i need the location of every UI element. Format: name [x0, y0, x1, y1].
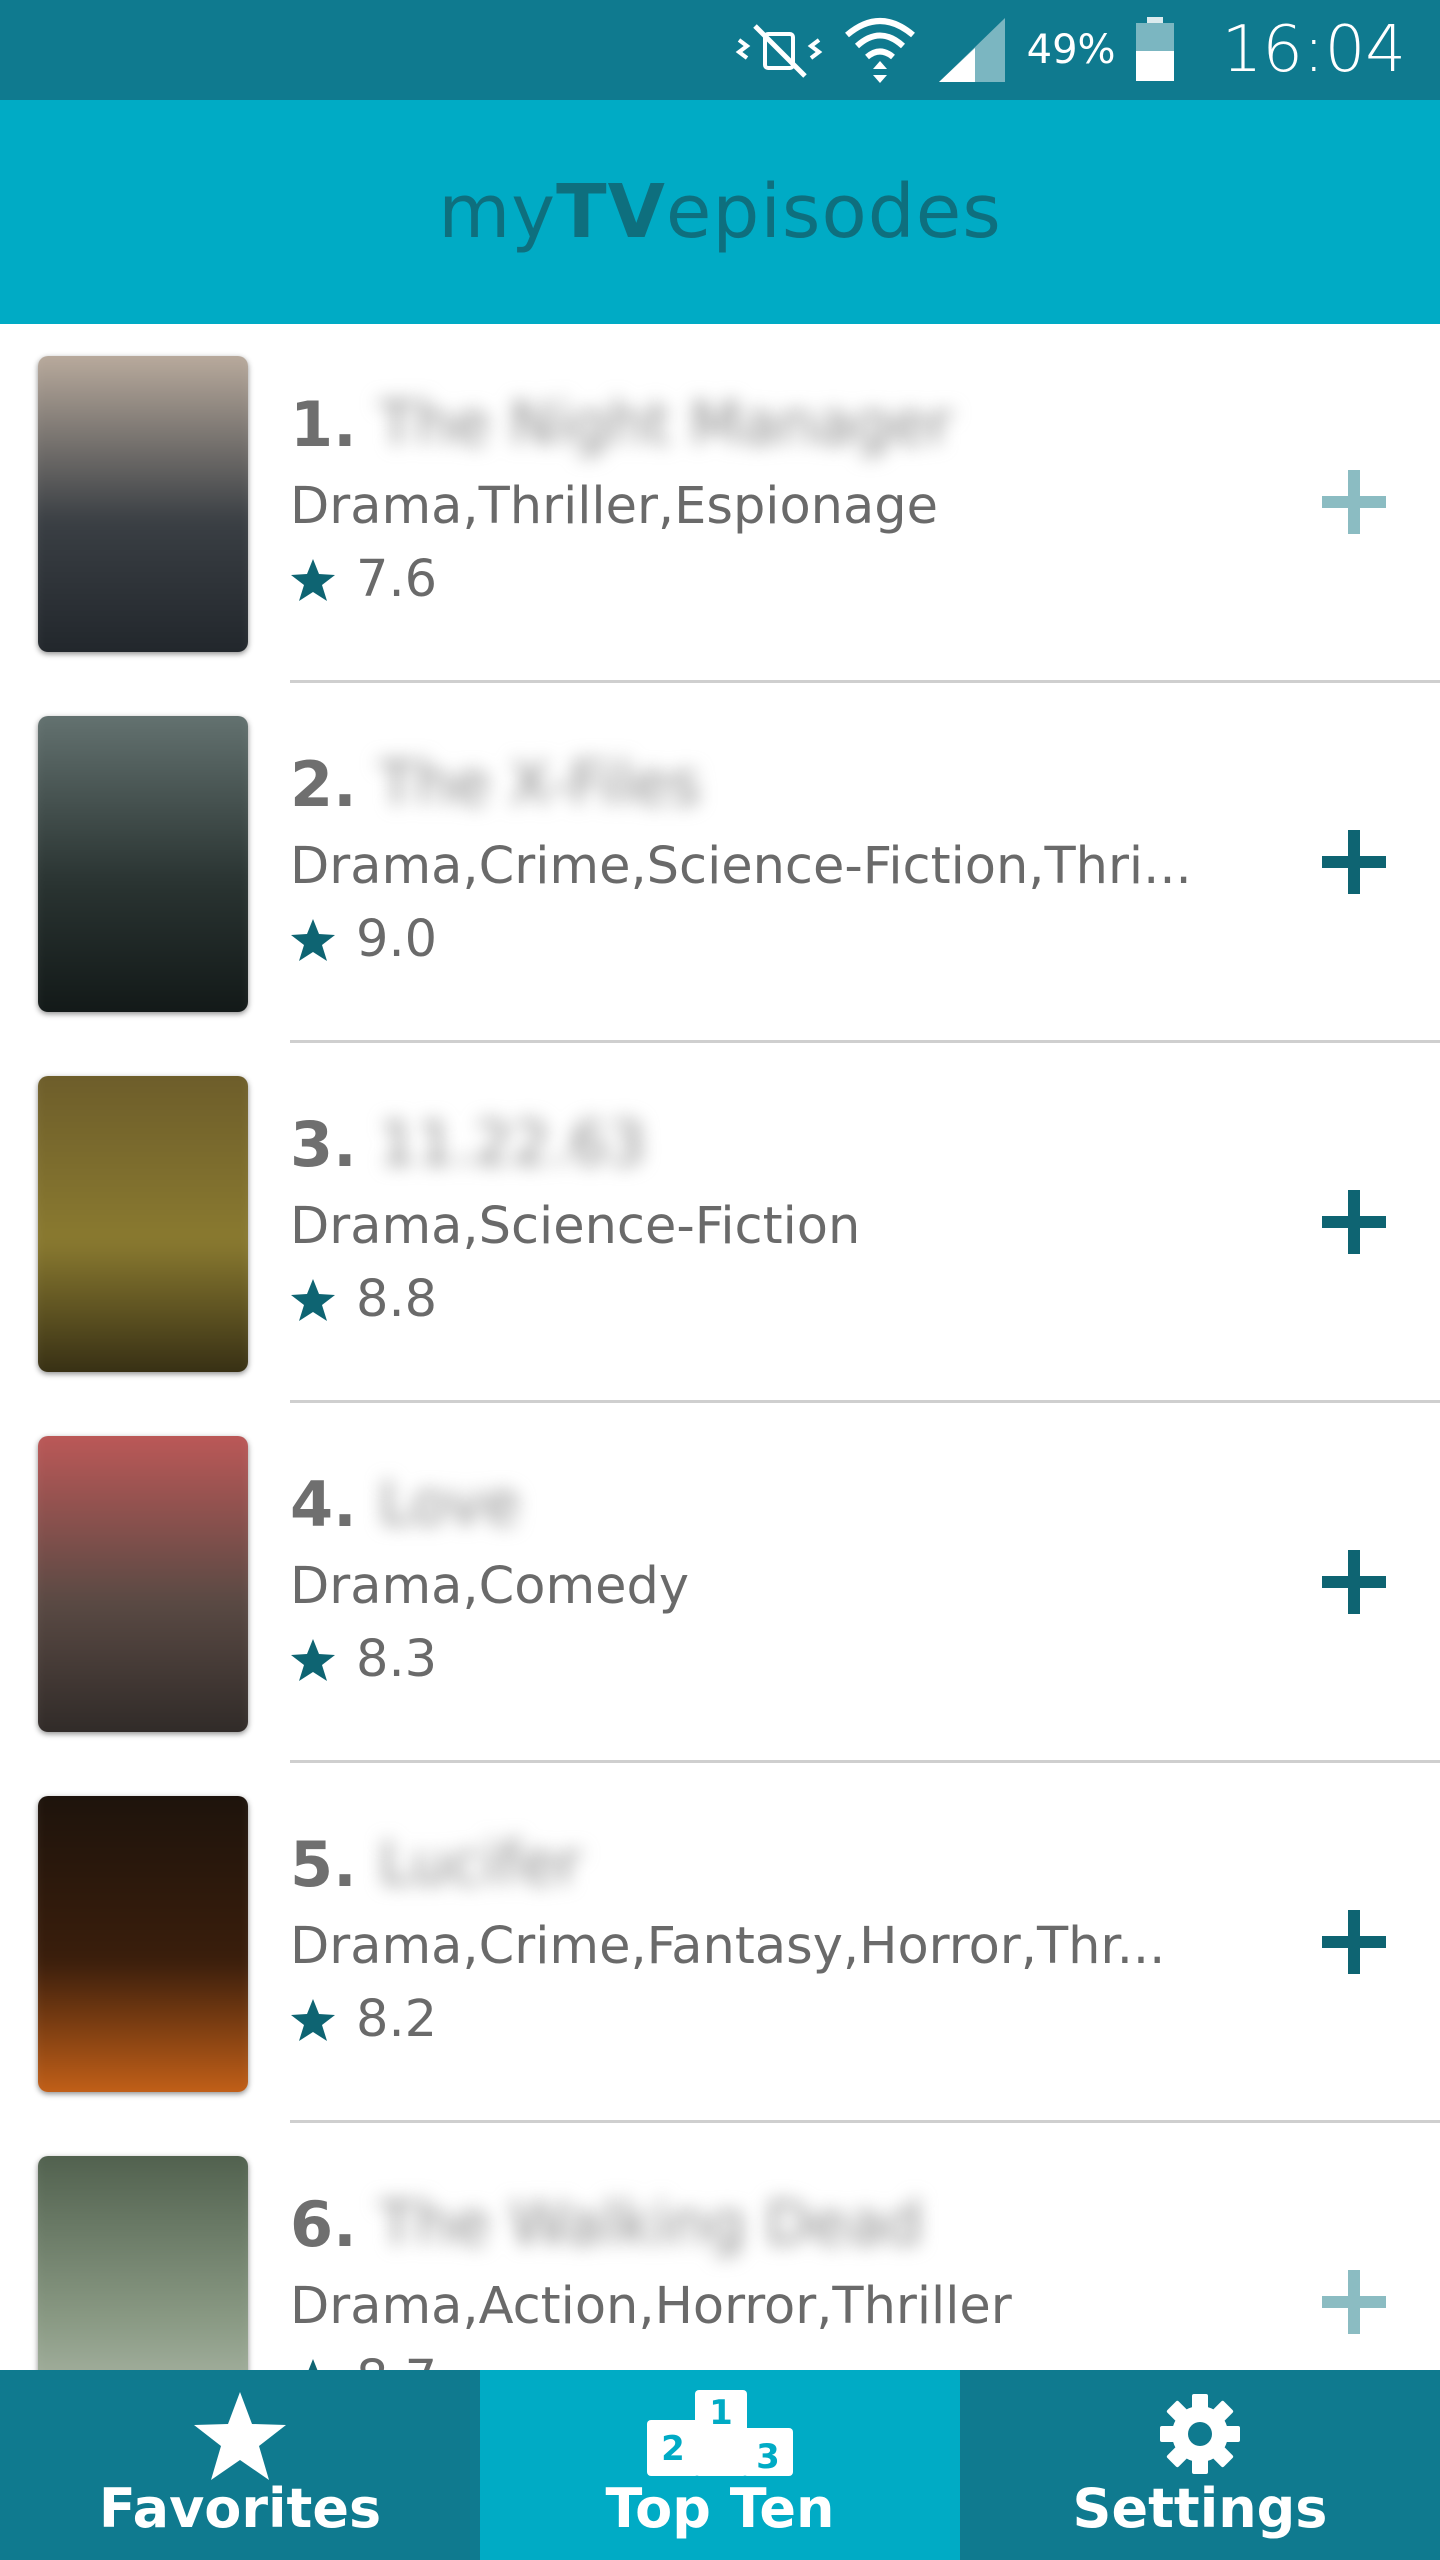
show-title-line: 2. The X-Files — [290, 740, 701, 828]
show-genres: Drama,Crime,Science-Fiction,Thri... — [290, 837, 1192, 896]
show-rating-line: 8.3 — [290, 1630, 437, 1689]
podium-first-number: 1 — [709, 2393, 733, 2433]
show-rank: 4. — [290, 1467, 357, 1541]
app-bar: myTVepisodes — [0, 100, 1440, 324]
brand-prefix: my — [438, 169, 557, 255]
podium-icon: 2 1 3 — [647, 2390, 793, 2477]
top-ten-list[interactable]: 1. The Night Manager Drama,Thriller,Espion… — [0, 324, 1440, 2370]
battery-icon — [1135, 17, 1174, 81]
show-title: Lucifer — [378, 1829, 582, 1899]
add-show-button[interactable] — [1318, 1186, 1390, 1258]
show-poster[interactable] — [38, 356, 248, 652]
show-title-line: 6. The Walking Dead — [290, 2180, 923, 2268]
list-item[interactable]: 6. The Walking Dead Drama,Action,Horror,Th… — [0, 2124, 1440, 2370]
show-genres: Drama,Science-Fiction — [290, 1197, 861, 1256]
show-rank: 1. — [290, 387, 357, 461]
show-rating-line: 8.2 — [290, 1990, 437, 2049]
rating-star-icon — [291, 1998, 335, 2041]
show-rank: 3. — [290, 1107, 357, 1181]
show-rank: 6. — [290, 2187, 357, 2261]
show-title: The Night Manager — [378, 389, 953, 459]
bottom-tab-bar: Favorites 2 1 3 Top Ten Settings — [0, 2370, 1440, 2560]
show-title: The X-Files — [378, 749, 701, 819]
add-show-button[interactable] — [1318, 466, 1390, 538]
podium-third-number: 3 — [756, 2437, 780, 2477]
wifi-icon — [844, 18, 915, 83]
list-item[interactable]: 3. 11.22.63 Drama,Science-Fiction 8.8 — [0, 1044, 1440, 1404]
tab-favorites[interactable]: Favorites — [0, 2370, 480, 2560]
rating-star-icon — [291, 1638, 335, 1681]
tab-top-ten-label: Top Ten — [605, 2477, 835, 2540]
show-rating-line: 7.6 — [290, 550, 437, 609]
show-rating: 8.8 — [356, 1270, 438, 1329]
show-title: 11.22.63 — [378, 1109, 646, 1179]
signal-icon — [938, 18, 1005, 82]
gear-icon — [1160, 2394, 1240, 2474]
row-divider — [290, 2120, 1440, 2123]
row-divider — [290, 1040, 1440, 1043]
show-poster[interactable] — [38, 1796, 248, 2092]
rating-star-icon — [291, 918, 335, 961]
list-item[interactable]: 5. Lucifer Drama,Crime,Fantasy,Horror,Thr.… — [0, 1764, 1440, 2124]
tab-top-ten[interactable]: 2 1 3 Top Ten — [480, 2370, 960, 2560]
show-poster[interactable] — [38, 2156, 248, 2370]
podium-second-number: 2 — [661, 2429, 685, 2469]
show-rank: 2. — [290, 747, 357, 821]
row-divider — [290, 1400, 1440, 1403]
list-item[interactable]: 4. Love Drama,Comedy 8.3 — [0, 1404, 1440, 1764]
show-title-line: 1. The Night Manager — [290, 380, 953, 468]
add-show-button[interactable] — [1318, 826, 1390, 898]
status-icons: 49% 16:04 — [733, 12, 1406, 88]
row-divider — [290, 1760, 1440, 1763]
show-rating: 8.2 — [356, 1990, 438, 2049]
rating-star-icon — [308, 2358, 318, 2370]
list-item[interactable]: 1. The Night Manager Drama,Thriller,Espion… — [0, 324, 1440, 684]
vibrate-off-icon — [735, 24, 822, 78]
show-genres: Drama,Thriller,Espionage — [290, 477, 939, 536]
row-divider — [290, 680, 1440, 683]
add-show-button[interactable] — [1318, 1546, 1390, 1618]
show-poster[interactable] — [38, 1436, 248, 1732]
battery-percentage: 49% — [1026, 27, 1116, 73]
show-rating-line: 8.7 — [290, 2350, 437, 2370]
rating-star-icon — [291, 558, 335, 601]
brand-bold: TV — [556, 169, 666, 255]
show-title-line: 5. Lucifer — [290, 1820, 581, 1908]
show-title-line: 4. Love — [290, 1460, 520, 1548]
show-rating: 7.6 — [356, 550, 438, 609]
show-genres: Drama,Comedy — [290, 1557, 690, 1616]
show-title: Love — [378, 1469, 521, 1539]
tab-favorites-label: Favorites — [98, 2477, 382, 2540]
show-title-line: 3. 11.22.63 — [290, 1100, 646, 1188]
star-icon — [194, 2392, 286, 2480]
add-show-button[interactable] — [1318, 1906, 1390, 1978]
rating-star-icon — [291, 1278, 335, 1321]
show-rating: 8.3 — [356, 1630, 438, 1689]
show-poster[interactable] — [38, 716, 248, 1012]
show-rating: 9.0 — [356, 910, 438, 969]
show-genres: Drama,Action,Horror,Thriller — [290, 2277, 1012, 2336]
list-item[interactable]: 2. The X-Files Drama,Crime,Science-Fiction… — [0, 684, 1440, 1044]
show-rating-line: 9.0 — [290, 910, 437, 969]
show-title: The Walking Dead — [378, 2189, 923, 2259]
app-logo: myTVepisodes — [438, 169, 1002, 255]
show-rating: 8.7 — [356, 2350, 437, 2370]
status-bar: 49% 16:04 — [0, 0, 1440, 100]
show-rating-line: 8.8 — [290, 1270, 437, 1329]
show-poster[interactable] — [38, 1076, 248, 1372]
add-show-button[interactable] — [1318, 2266, 1390, 2338]
brand-suffix: episodes — [665, 169, 1002, 255]
tab-settings-label: Settings — [1072, 2477, 1328, 2540]
clock: 16:04 — [1221, 13, 1406, 87]
tab-settings[interactable]: Settings — [960, 2370, 1440, 2560]
show-rank: 5. — [290, 1827, 357, 1901]
show-genres: Drama,Crime,Fantasy,Horror,Thr... — [290, 1917, 1166, 1976]
